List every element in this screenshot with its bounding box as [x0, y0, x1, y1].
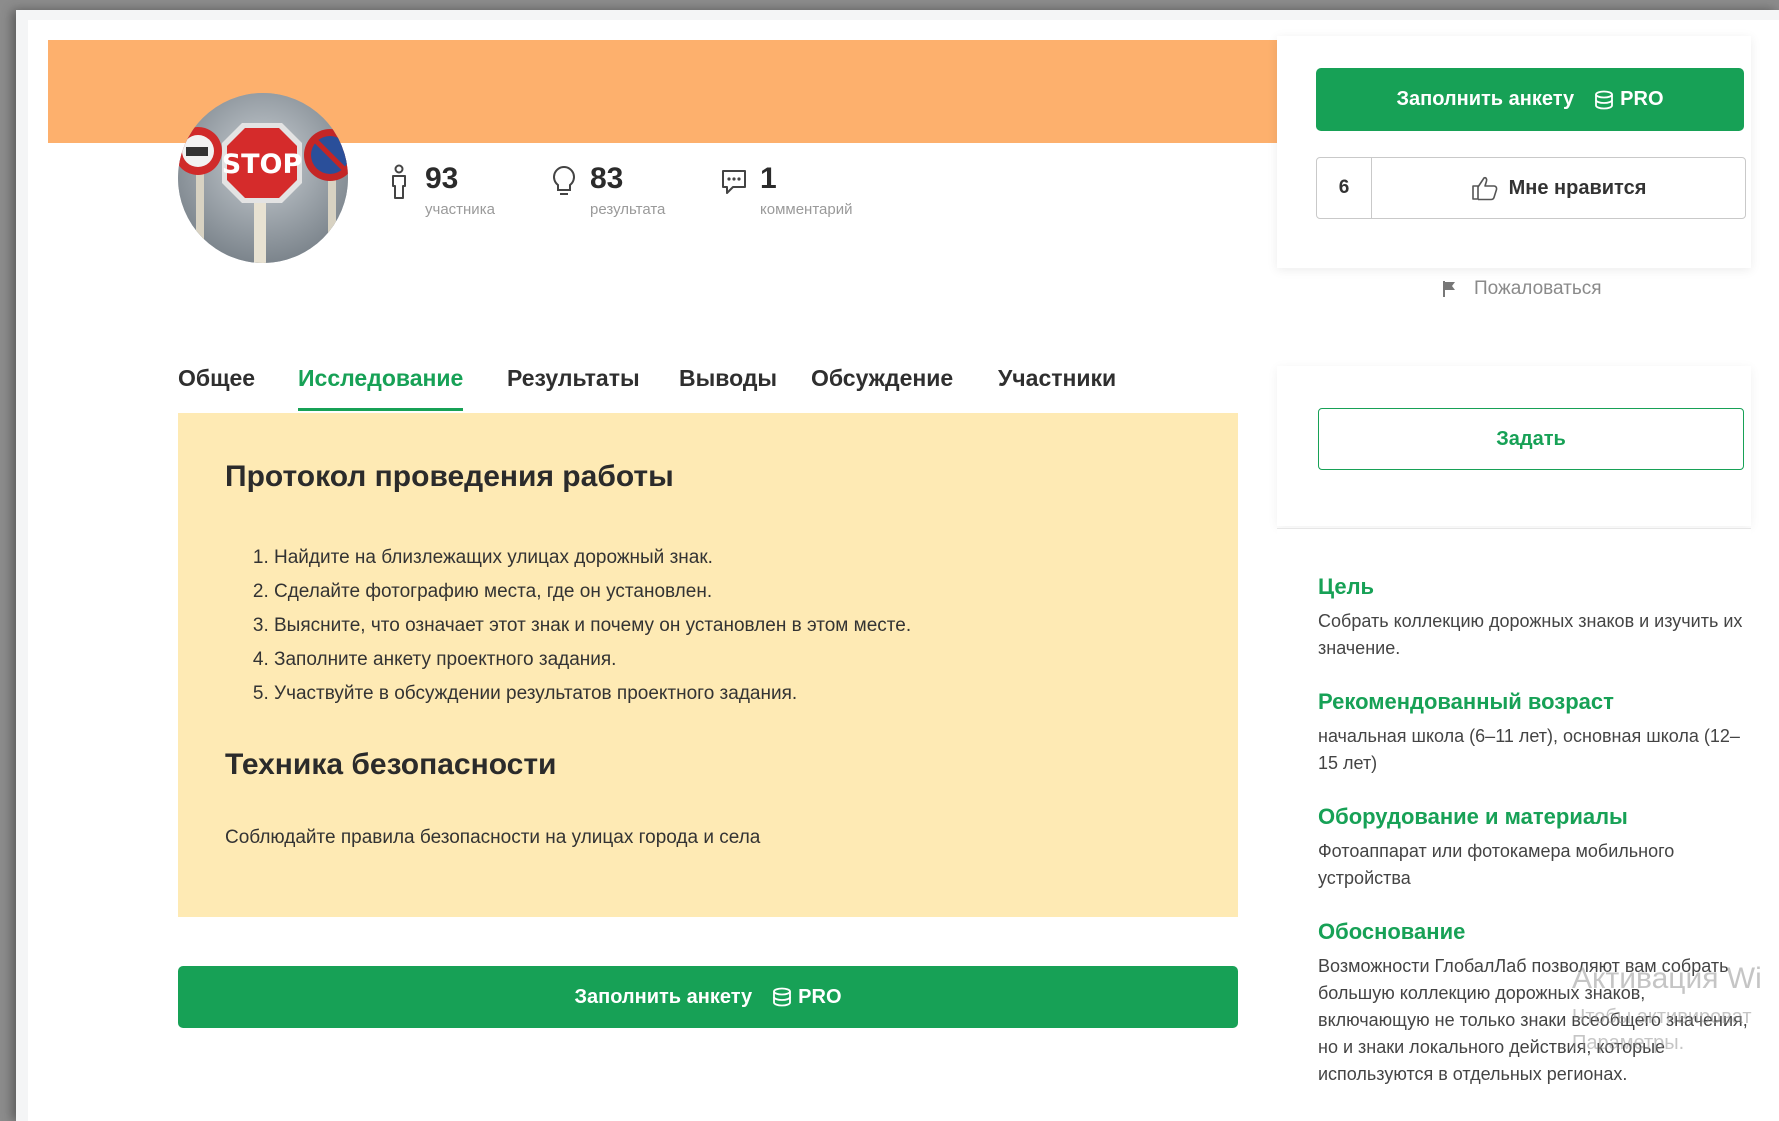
fill-form-button-sidebar[interactable]: Заполнить анкету PRO	[1316, 68, 1744, 131]
flag-icon	[1443, 281, 1455, 297]
protocol-step: Сделайте фотографию места, где он устано…	[274, 575, 911, 609]
protocol-title: Протокол проведения работы	[225, 460, 674, 493]
database-icon	[1595, 90, 1614, 109]
safety-text: Соблюдайте правила безопасности на улица…	[225, 827, 761, 848]
fill-form-label: Заполнить анкету	[574, 985, 753, 1008]
windows-activation-subtext: Чтобы активироват Параметры.	[1572, 1004, 1752, 1056]
watermark-line: Параметры.	[1572, 1032, 1685, 1054]
stop-sign-image: STOP	[178, 93, 348, 263]
stat-comments-value: 1	[760, 162, 777, 195]
report-label: Пожаловаться	[1474, 278, 1602, 299]
fill-form-button-main[interactable]: Заполнить анкету PRO	[178, 966, 1238, 1028]
like-button[interactable]: Мне нравится	[1372, 158, 1745, 218]
pro-label: PRO	[1620, 88, 1664, 110]
research-content-card: Протокол проведения работы Найдите на бл…	[178, 413, 1238, 917]
stat-results-label: результата	[590, 201, 666, 218]
windows-activation-watermark: Активация Wi	[1572, 962, 1762, 995]
tab-discussion[interactable]: Обсуждение	[811, 365, 953, 408]
goal-text: Собрать коллекцию дорожных знаков и изуч…	[1318, 611, 1743, 658]
goal-title: Цель	[1318, 574, 1375, 599]
like-label: Мне нравится	[1508, 176, 1647, 199]
tab-research[interactable]: Исследование	[298, 365, 464, 411]
safety-title: Техника безопасности	[225, 748, 557, 781]
equipment-title: Оборудование и материалы	[1318, 804, 1628, 829]
report-link[interactable]: Пожаловаться	[1442, 278, 1602, 300]
age-title: Рекомендованный возраст	[1318, 689, 1614, 714]
protocol-step: Найдите на близлежащих улицах дорожный з…	[274, 541, 911, 575]
stat-participants-label: участника	[425, 201, 495, 218]
watermark-line: Чтобы активироват	[1572, 1006, 1752, 1028]
tab-participants[interactable]: Участники	[998, 365, 1116, 408]
age-text: начальная школа (6–11 лет), основная шко…	[1318, 726, 1740, 773]
protocol-step: Заполните анкету проектного задания.	[274, 643, 911, 677]
project-avatar: STOP	[178, 93, 348, 263]
svg-text:STOP: STOP	[222, 149, 303, 180]
tab-general[interactable]: Общее	[178, 365, 255, 408]
fill-form-label: Заполнить анкету	[1396, 88, 1575, 110]
like-count: 6	[1317, 158, 1372, 218]
stat-comments-label: комментарий	[760, 201, 853, 218]
equipment-text: Фотоаппарат или фотокамера мобильного ус…	[1318, 841, 1675, 888]
database-icon	[773, 987, 792, 1007]
like-widget: 6 Мне нравится	[1316, 157, 1746, 219]
stat-participants-value: 93	[425, 162, 459, 195]
stat-results-value: 83	[590, 162, 624, 195]
protocol-step: Участвуйте в обсуждении результатов прое…	[274, 677, 911, 711]
lightbulb-icon	[553, 165, 575, 195]
protocol-step: Выясните, что означает этот знак и почем…	[274, 609, 911, 643]
tab-results[interactable]: Результаты	[507, 365, 640, 408]
thumbs-up-icon	[1471, 176, 1498, 201]
ask-question-button[interactable]: Задать	[1318, 408, 1744, 470]
person-icon	[392, 164, 406, 199]
comment-icon	[722, 170, 746, 194]
rationale-title: Обоснование	[1318, 919, 1466, 944]
protocol-steps: Найдите на близлежащих улицах дорожный з…	[238, 541, 911, 711]
tab-conclusions[interactable]: Выводы	[679, 365, 777, 408]
pro-label: PRO	[798, 985, 842, 1008]
